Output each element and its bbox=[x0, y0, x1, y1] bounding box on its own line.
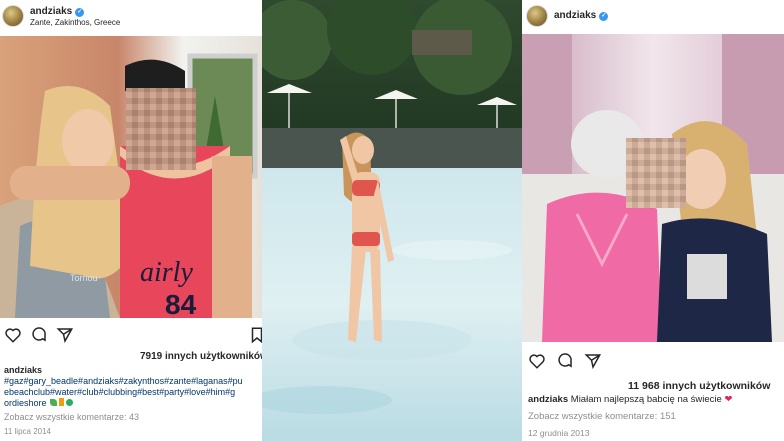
comment-icon[interactable] bbox=[30, 326, 48, 344]
avatar[interactable] bbox=[526, 5, 548, 27]
post-middle-photo[interactable] bbox=[262, 0, 522, 441]
hashtags-line-3: ordieshore bbox=[4, 398, 262, 409]
avatar[interactable] bbox=[2, 5, 24, 27]
bookmark-icon[interactable] bbox=[248, 326, 262, 344]
username[interactable]: andziaks ✓ bbox=[554, 10, 609, 21]
post-photo[interactable]: airly 84 Tornou bbox=[0, 36, 262, 318]
heart-icon[interactable] bbox=[528, 352, 546, 370]
post-date: 12 grudnia 2013 bbox=[528, 428, 590, 438]
post-date: 11 lipca 2014 bbox=[4, 427, 51, 436]
pool-photo bbox=[262, 0, 522, 441]
caption-username[interactable]: andziaks bbox=[528, 394, 568, 405]
post-left: andziaks ✓ Zante, Zakinthos, Greece airl… bbox=[0, 0, 262, 441]
shirt-number: 84 bbox=[165, 289, 197, 318]
hashtags-line-2[interactable]: ebeachclub#water#club#clubbing#best#part… bbox=[4, 387, 262, 398]
blurred-face bbox=[126, 88, 196, 170]
heart-icon[interactable] bbox=[4, 326, 22, 344]
hashtags-line-3-text[interactable]: ordieshore bbox=[4, 398, 47, 408]
verified-badge-icon: ✓ bbox=[599, 12, 609, 21]
post-right: andziaks ✓ 11 968 innych użytkowników an… bbox=[522, 0, 784, 441]
palm-emoji-icon bbox=[50, 399, 58, 406]
post-header: andziaks ✓ bbox=[522, 0, 784, 34]
caption: andziaks Miałam najlepszą babcię na świe… bbox=[528, 394, 732, 405]
location[interactable]: Zante, Zakinthos, Greece bbox=[30, 18, 120, 27]
post-photo[interactable] bbox=[522, 34, 784, 342]
username[interactable]: andziaks ✓ bbox=[30, 6, 85, 17]
post-actions bbox=[522, 352, 784, 374]
likes-count[interactable]: 7919 innych użytkowników bbox=[140, 351, 262, 362]
share-icon[interactable] bbox=[56, 326, 74, 344]
comment-icon[interactable] bbox=[556, 352, 574, 370]
likes-count[interactable]: 11 968 innych użytkowników bbox=[628, 380, 770, 392]
verified-badge-icon: ✓ bbox=[75, 8, 85, 17]
view-comments-link[interactable]: Zobacz wszystkie komentarze: 151 bbox=[528, 411, 676, 422]
post-header: andziaks ✓ Zante, Zakinthos, Greece bbox=[0, 0, 262, 34]
red-heart-emoji-icon: ❤ bbox=[724, 394, 733, 405]
drink-emoji-icon bbox=[59, 398, 65, 406]
shirt-text: airly bbox=[140, 257, 193, 288]
couple-photo: airly 84 Tornou bbox=[0, 36, 262, 318]
tshirt-text: Tornou bbox=[70, 273, 98, 283]
green-heart-emoji-icon bbox=[66, 399, 74, 406]
post-actions bbox=[0, 326, 262, 348]
username-text[interactable]: andziaks bbox=[554, 10, 596, 21]
caption-text: Miałam najlepszą babcię na świecie bbox=[570, 394, 722, 405]
caption-username[interactable]: andziaks bbox=[4, 365, 42, 375]
hashtags-line-1[interactable]: #gaz#gary_beadle#andziaks#zakynthos#zant… bbox=[4, 376, 262, 387]
blurred-face bbox=[626, 138, 686, 208]
view-comments-link[interactable]: Zobacz wszystkie komentarze: 43 bbox=[4, 412, 139, 422]
username-text[interactable]: andziaks bbox=[30, 6, 72, 17]
share-icon[interactable] bbox=[584, 352, 602, 370]
caption-hashtags[interactable]: #gaz#gary_beadle#andziaks#zakynthos#zant… bbox=[4, 376, 262, 409]
